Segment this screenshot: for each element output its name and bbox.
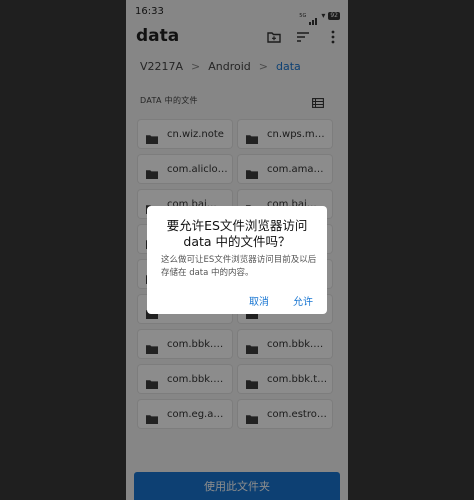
- dialog-message: 这么做可让ES文件浏览器访问目前及以后存储在 data 中的内容。: [161, 255, 317, 278]
- allow-button[interactable]: 允许: [293, 293, 313, 308]
- permission-dialog: 要允许ES文件浏览器访问 data 中的文件吗？ 这么做可让ES文件浏览器访问目…: [147, 206, 327, 314]
- cancel-button[interactable]: 取消: [249, 293, 269, 308]
- dialog-title: 要允许ES文件浏览器访问 data 中的文件吗？: [166, 218, 308, 249]
